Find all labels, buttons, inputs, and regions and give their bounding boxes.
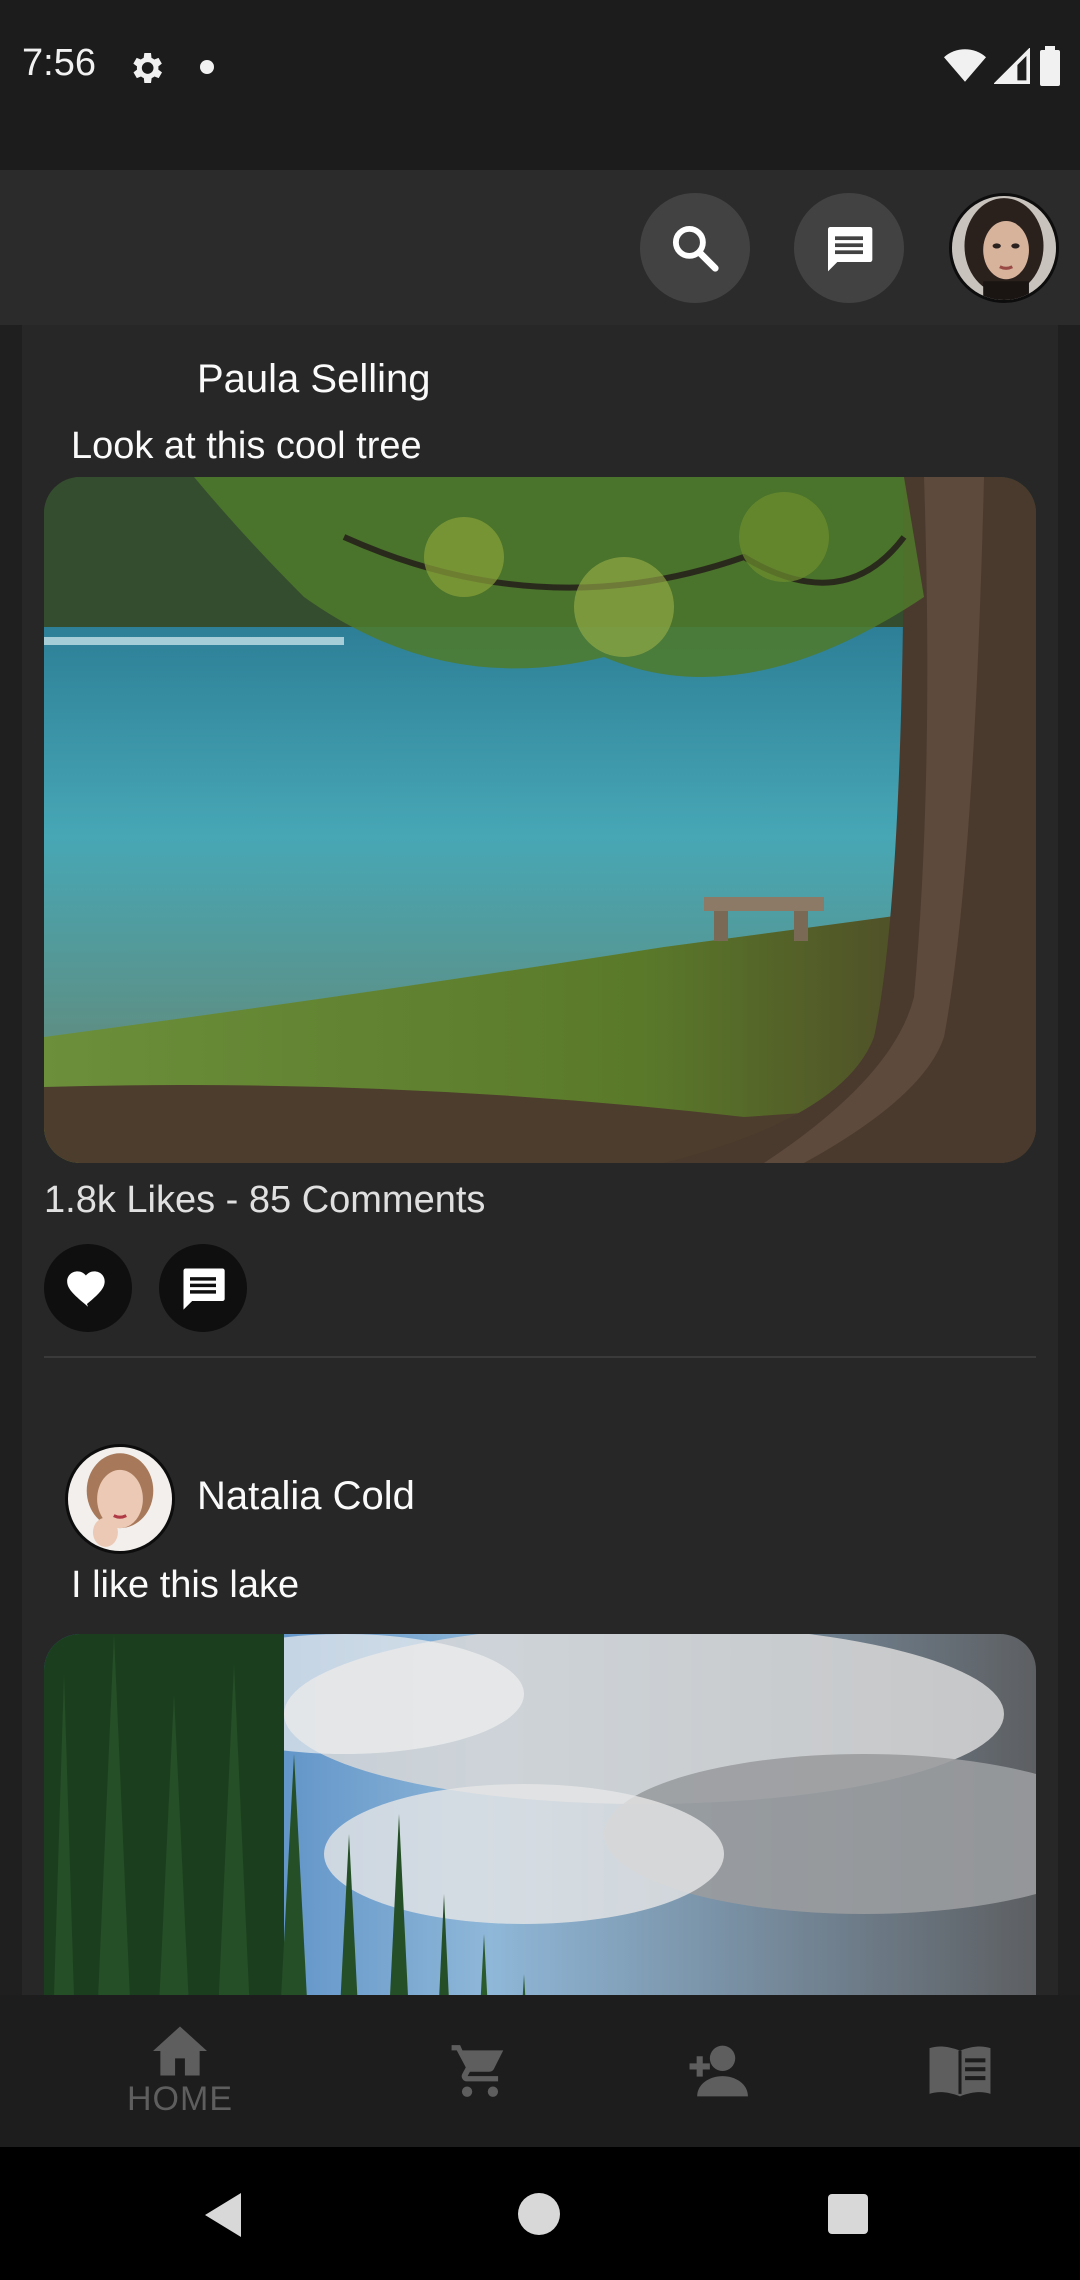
nav-home[interactable]: HOME <box>100 1995 260 2147</box>
nav-add-friend[interactable] <box>660 1995 780 2147</box>
nav-home-label: HOME <box>127 2079 233 2118</box>
system-navigation-bar <box>0 2147 1080 2280</box>
post-header: Natalia Cold <box>65 1444 965 1554</box>
post-caption: Look at this cool tree <box>71 425 422 467</box>
wifi-icon <box>944 49 986 82</box>
post-image[interactable] <box>44 477 1036 1163</box>
profile-avatar[interactable] <box>949 193 1059 303</box>
cart-icon <box>451 2045 504 2097</box>
post-stats: 1.8k Likes - 85 Comments <box>44 1179 486 1221</box>
status-right-icons <box>944 46 1062 86</box>
profile-photo <box>952 196 1056 300</box>
battery-icon <box>1040 46 1060 86</box>
status-bar: 7:56 <box>0 0 1080 170</box>
chat-icon <box>828 227 873 272</box>
bottom-navigation: HOME <box>0 1995 1080 2147</box>
post-image[interactable] <box>44 1634 1036 1995</box>
add-person-icon <box>689 2045 748 2097</box>
heart-icon <box>67 1271 105 1307</box>
book-icon <box>929 2046 991 2097</box>
home-circle-icon[interactable] <box>518 2193 560 2235</box>
post-author[interactable]: Natalia Cold <box>197 1474 415 1519</box>
app-bar <box>0 170 1080 325</box>
dot-icon <box>200 60 214 74</box>
comment-button[interactable] <box>159 1244 247 1332</box>
signal-icon <box>994 48 1030 84</box>
post-author[interactable]: Paula Selling <box>197 357 431 402</box>
post-card: Natalia Cold I like this lake <box>22 1444 1058 1995</box>
search-icon <box>672 225 719 272</box>
forest-sky-photo <box>44 1634 1036 1995</box>
author-avatar[interactable] <box>65 1444 175 1554</box>
back-icon[interactable] <box>204 2193 246 2237</box>
search-button[interactable] <box>640 193 750 303</box>
recents-icon[interactable] <box>828 2194 868 2234</box>
gear-icon <box>133 53 162 83</box>
post-card: Paula Selling Look at this cool tree 1.8… <box>22 325 1058 1358</box>
home-icon <box>153 2025 207 2076</box>
nav-library[interactable] <box>900 1995 1020 2147</box>
nav-cart[interactable] <box>420 1995 540 2147</box>
post-divider <box>44 1356 1036 1358</box>
feed[interactable]: Paula Selling Look at this cool tree 1.8… <box>22 325 1058 1995</box>
messages-button[interactable] <box>794 193 904 303</box>
status-time: 7:56 <box>22 42 96 84</box>
lake-tree-photo <box>44 477 1036 1163</box>
like-button[interactable] <box>44 1244 132 1332</box>
post-caption: I like this lake <box>71 1564 300 1606</box>
author-photo <box>68 1447 172 1551</box>
comment-icon <box>183 1268 225 1310</box>
